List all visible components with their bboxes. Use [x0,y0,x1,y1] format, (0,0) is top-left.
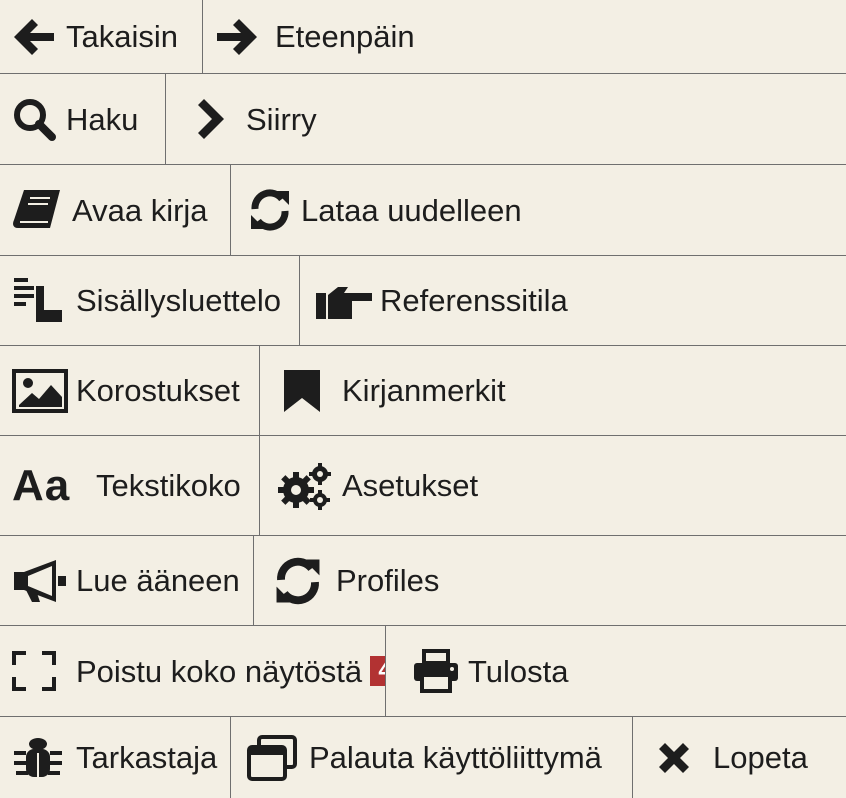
exit-fullscreen-button[interactable]: Poistu koko näytöstä 4 [0,626,386,716]
reference-mode-label: Referenssitila [380,283,568,318]
print-icon [412,648,468,694]
quit-label: Lopeta [713,740,808,775]
exit-fullscreen-label: Poistu koko näytöstä [76,653,363,689]
search-label: Haku [66,101,139,137]
hand-point-right-icon [314,278,380,324]
read-aloud-button[interactable]: Lue ääneen [0,536,254,625]
reload-button[interactable]: Lataa uudelleen [231,165,846,255]
inspector-label: Tarkastaja [76,740,218,775]
quit-button[interactable]: Lopeta [633,717,846,798]
font-size-icon: Aa [12,460,96,510]
menu-row: Poistu koko näytöstä 4 Tulosta [0,626,846,717]
forward-button[interactable]: Eteenpäin [203,0,846,73]
goto-label: Siirry [246,101,317,137]
forward-label: Eteenpäin [275,19,415,54]
shortcut-badge: 4 [370,656,385,686]
menu-row: Aa Tekstikoko Asetukset [0,436,846,536]
goto-button[interactable]: Siirry [166,74,846,164]
back-label: Takaisin [66,19,178,54]
gears-icon [276,462,342,510]
read-aloud-label: Lue ääneen [76,563,240,598]
font-size-glyph: Aa [12,460,71,510]
search-icon [12,96,66,142]
actions-menu: Takaisin Eteenpäin Haku Siirry Avaa kirj… [0,0,846,798]
bookmarks-label: Kirjanmerkit [342,373,506,408]
arrow-left-icon [12,14,66,60]
profiles-button[interactable]: Profiles [254,536,846,625]
font-size-button[interactable]: Aa Tekstikoko [0,436,260,535]
fullscreen-exit-icon [12,648,76,694]
refresh-icon [272,557,336,604]
close-icon [655,735,713,781]
book-icon [12,187,72,233]
image-icon [12,368,76,414]
bookmark-icon [282,368,342,414]
toc-label: Sisällysluettelo [76,283,282,318]
menu-row: Haku Siirry [0,74,846,165]
settings-button[interactable]: Asetukset [260,436,846,535]
profiles-label: Profiles [336,563,440,598]
bookmarks-button[interactable]: Kirjanmerkit [260,346,846,435]
reload-label: Lataa uudelleen [301,192,522,228]
refresh-icon [247,187,301,233]
open-book-label: Avaa kirja [72,192,208,228]
reference-mode-button[interactable]: Referenssitila [300,256,846,345]
menu-row: Takaisin Eteenpäin [0,0,846,74]
highlights-button[interactable]: Korostukset [0,346,260,435]
print-label: Tulosta [468,653,569,689]
settings-label: Asetukset [342,468,479,503]
menu-row: Tarkastaja Palauta käyttöliittymä Lopeta [0,717,846,798]
menu-row: Avaa kirja Lataa uudelleen [0,165,846,256]
restore-ui-label: Palauta käyttöliittymä [309,740,602,775]
arrow-right-icon [215,14,275,60]
menu-row: Lue ääneen Profiles [0,536,846,626]
search-button[interactable]: Haku [0,74,166,164]
toc-button[interactable]: Sisällysluettelo [0,256,300,345]
back-button[interactable]: Takaisin [0,0,203,73]
print-button[interactable]: Tulosta [386,626,846,716]
menu-row: Sisällysluettelo Referenssitila [0,256,846,346]
toc-icon [12,277,76,324]
menu-row: Korostukset Kirjanmerkit [0,346,846,436]
bullhorn-icon [12,558,76,604]
window-restore-icon [247,734,309,781]
open-book-button[interactable]: Avaa kirja [0,165,231,255]
inspector-button[interactable]: Tarkastaja [0,717,231,798]
bug-icon [12,735,76,781]
font-size-label: Tekstikoko [96,468,241,503]
highlights-label: Korostukset [76,373,240,408]
restore-ui-button[interactable]: Palauta käyttöliittymä [231,717,633,798]
chevron-right-icon [192,96,246,142]
